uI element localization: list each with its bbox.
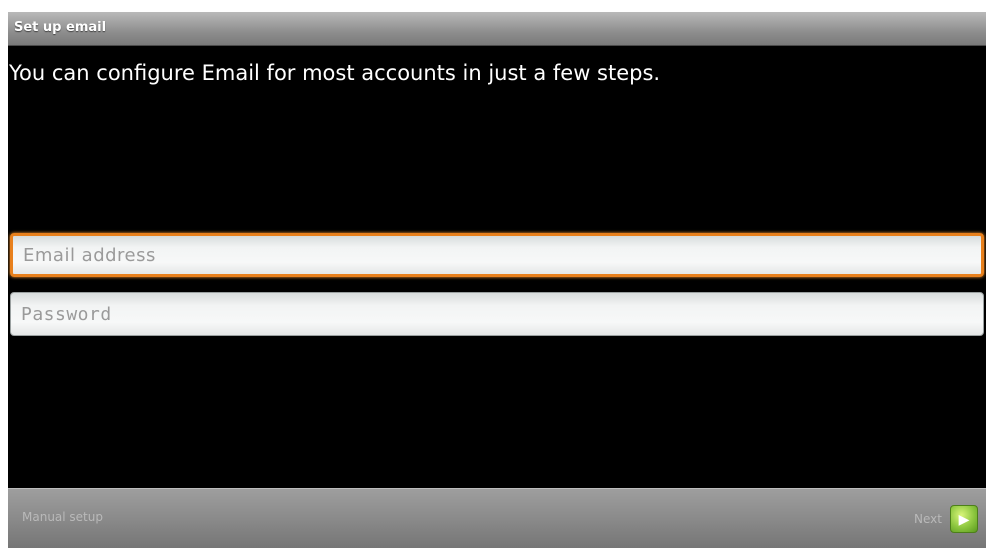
next-button[interactable]: Next ▶ (914, 501, 978, 537)
password-input[interactable] (10, 292, 984, 336)
manual-setup-button[interactable]: Manual setup (18, 506, 107, 528)
next-button-label: Next (914, 512, 942, 526)
next-arrow-icon: ▶ (950, 505, 978, 533)
app-window: Set up email You can configure Email for… (8, 12, 986, 548)
title-bar: Set up email (8, 12, 986, 46)
setup-instructions: You can configure Email for most account… (9, 61, 661, 85)
bottom-button-bar: Manual setup Next ▶ (8, 488, 986, 548)
window-title: Set up email (14, 20, 107, 35)
email-address-input[interactable] (10, 233, 984, 277)
